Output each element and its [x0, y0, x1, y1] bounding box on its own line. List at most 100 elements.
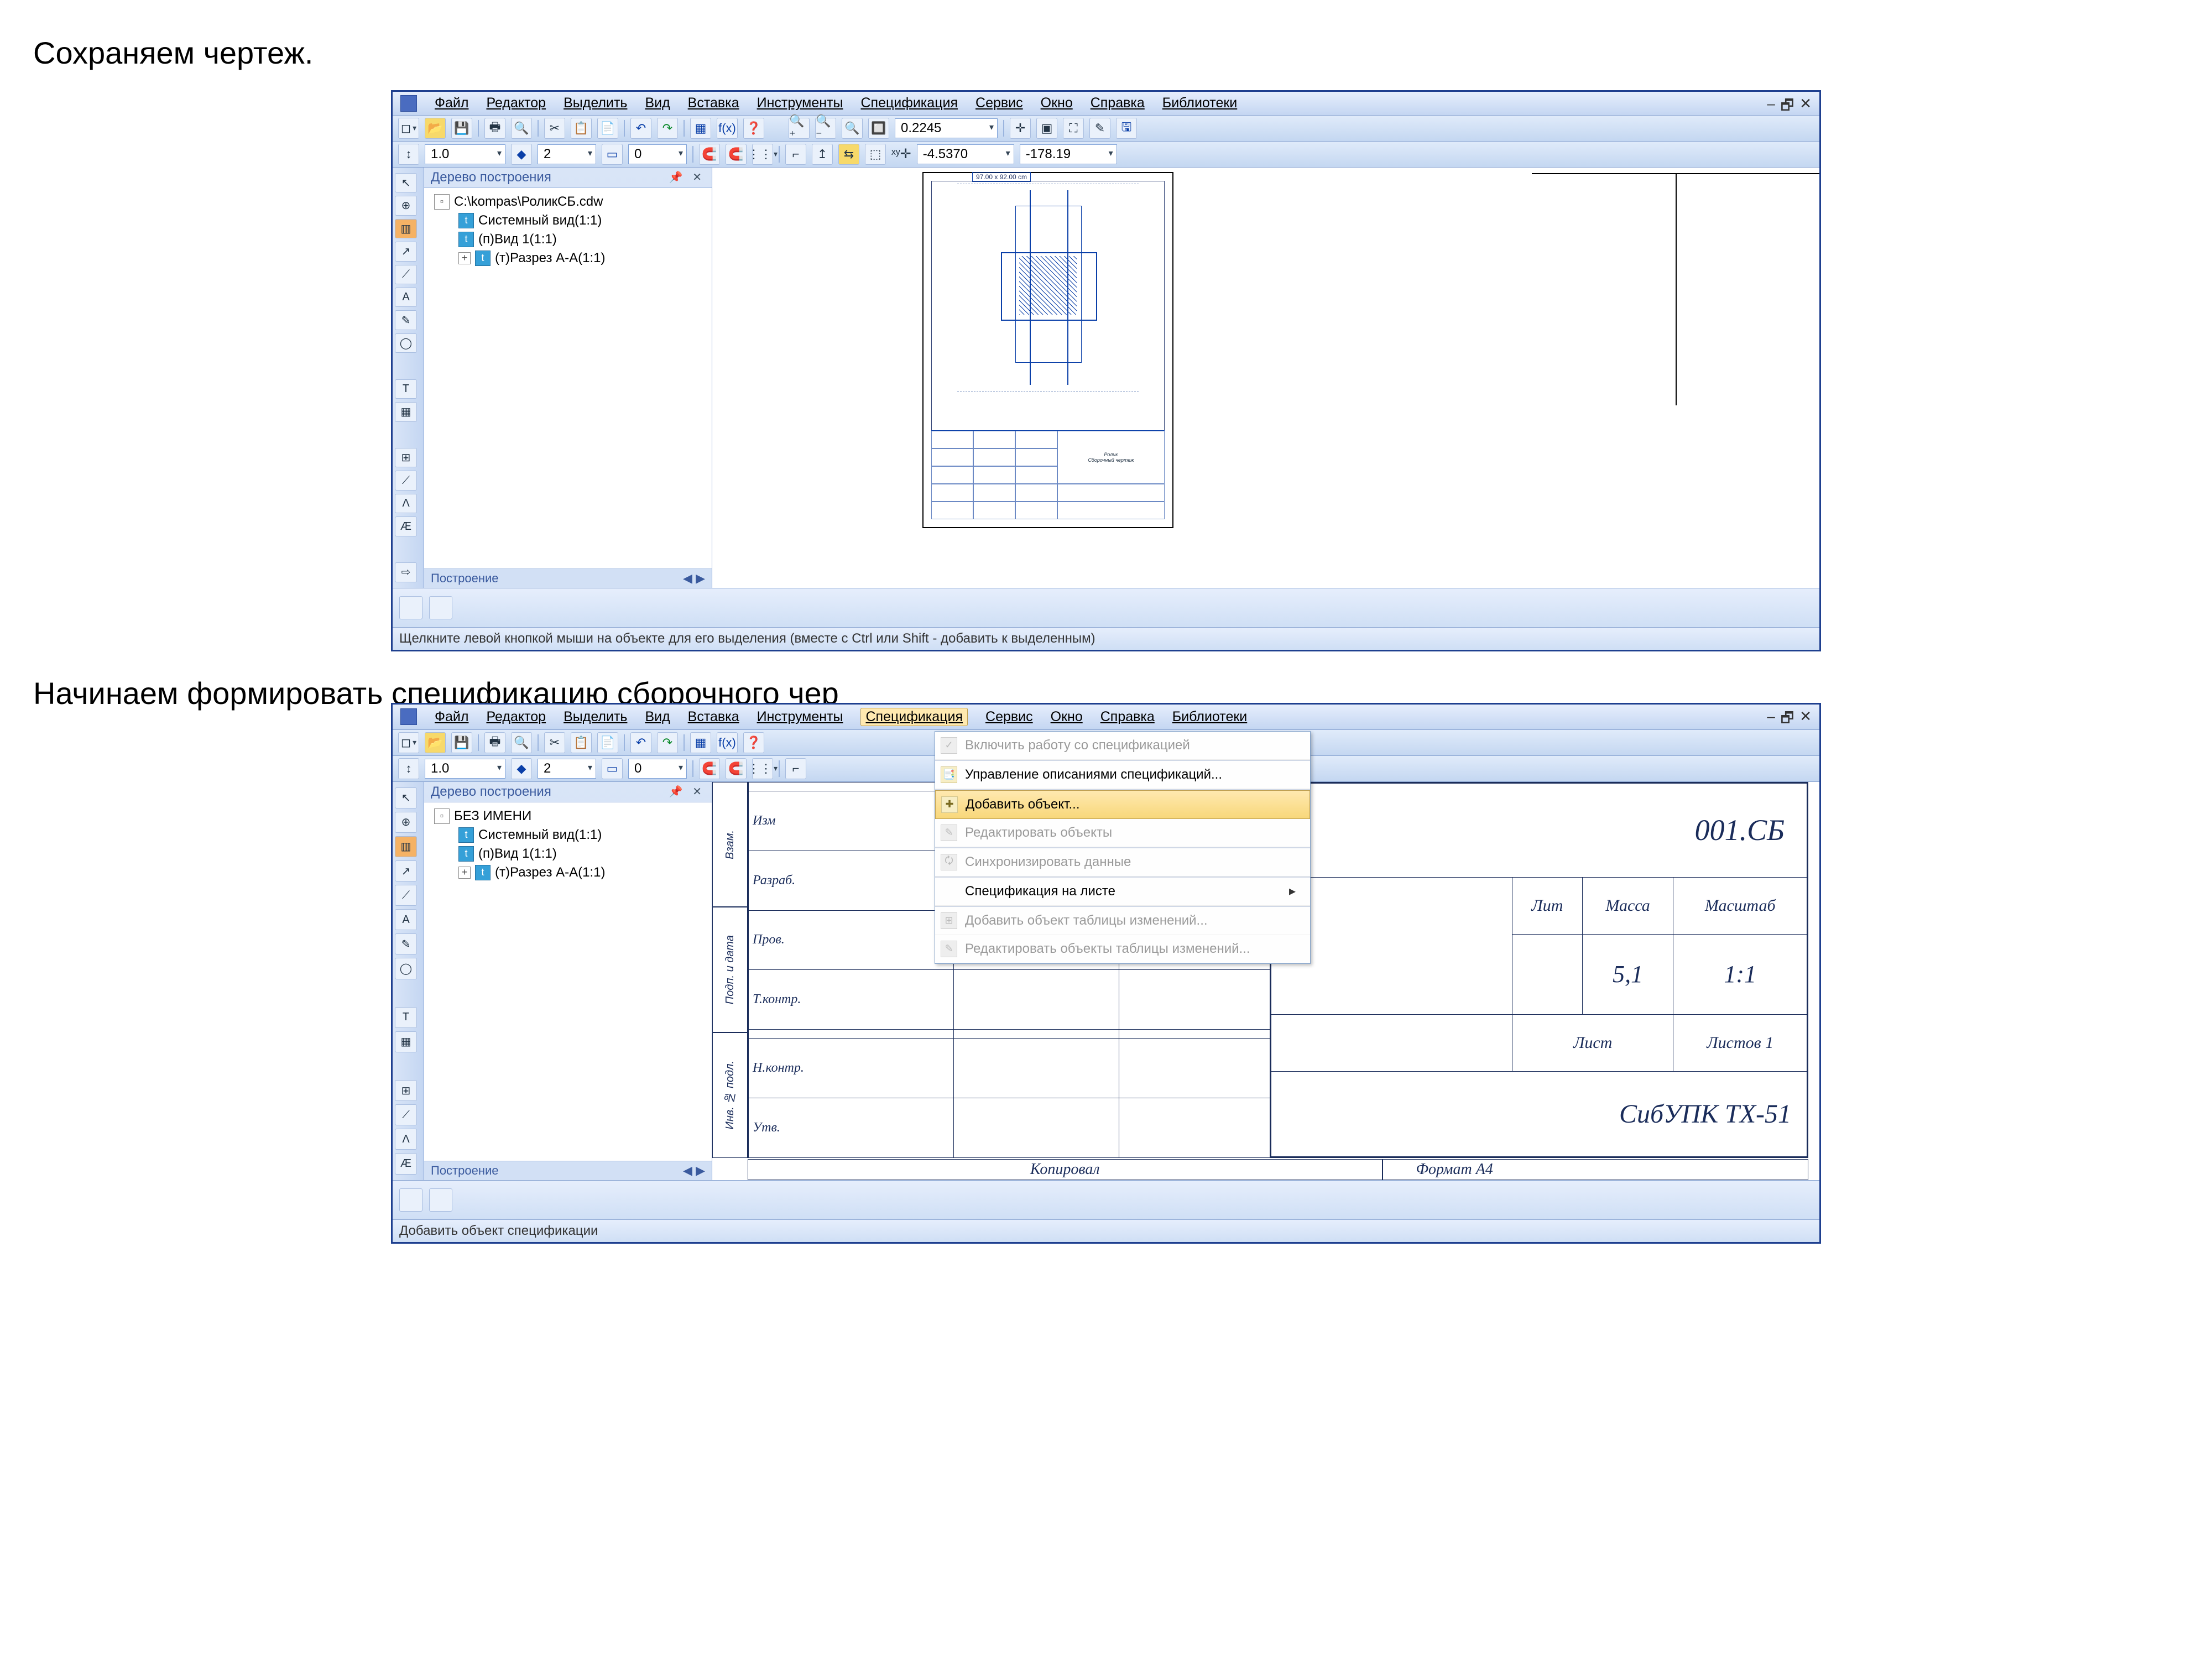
- grid2-button[interactable]: ⋮⋮: [752, 144, 773, 165]
- x-field[interactable]: -4.5370: [917, 144, 1014, 164]
- grid-button[interactable]: ▦: [690, 118, 711, 139]
- grid-button[interactable]: ▦: [690, 732, 711, 753]
- tree-root[interactable]: ▫ C:\kompas\РоликСБ.cdw: [431, 192, 707, 211]
- snap-button[interactable]: 🧲: [699, 144, 720, 165]
- menu-insert[interactable]: Вставка: [688, 95, 739, 111]
- polar-button[interactable]: ↥: [812, 144, 833, 165]
- text-tool-icon[interactable]: A: [395, 909, 417, 930]
- zoom-window-button[interactable]: 🔍: [842, 118, 863, 139]
- tree-node[interactable]: + t (т)Разрез А-А(1:1): [431, 249, 707, 268]
- save-button[interactable]: 💾: [451, 732, 472, 753]
- menu-editor[interactable]: Редактор: [486, 95, 546, 111]
- menu-tools[interactable]: Инструменты: [757, 95, 843, 111]
- arrow-tool-icon[interactable]: ↗: [395, 860, 417, 881]
- menu-service[interactable]: Сервис: [985, 709, 1033, 725]
- print-button[interactable]: 🖶: [484, 732, 505, 753]
- menu-view[interactable]: Вид: [645, 709, 670, 725]
- snap2-button[interactable]: 🧲: [726, 758, 747, 779]
- hatch-tool-icon[interactable]: ▥: [395, 219, 417, 238]
- zoom-combo[interactable]: 0.2245: [895, 118, 998, 138]
- preview-button[interactable]: 🔍: [511, 732, 532, 753]
- restore-button[interactable]: 🗗: [1781, 708, 1794, 732]
- tree-footer-nav[interactable]: ◀ ▶: [683, 571, 705, 586]
- select-tool-icon[interactable]: ↖: [395, 787, 417, 808]
- menu-service[interactable]: Сервис: [975, 95, 1023, 111]
- redo-button[interactable]: ↷: [657, 732, 678, 753]
- menu-file[interactable]: Файл: [435, 709, 468, 725]
- menu-libraries[interactable]: Библиотеки: [1172, 709, 1247, 725]
- new-button[interactable]: ◻: [398, 732, 419, 753]
- rough-tool-icon[interactable]: Λ: [395, 1129, 417, 1150]
- menu-window[interactable]: Окно: [1041, 95, 1073, 111]
- variables-button[interactable]: f(x): [717, 732, 738, 753]
- frame-button[interactable]: ⬚: [865, 144, 886, 165]
- layer-combo[interactable]: 2: [538, 759, 596, 779]
- cut-button[interactable]: ✂: [544, 118, 565, 139]
- menu-file[interactable]: Файл: [435, 95, 468, 111]
- t-tool-icon[interactable]: T: [395, 379, 417, 399]
- line-tool-icon[interactable]: ⟋: [395, 265, 417, 284]
- menu-item-add-object[interactable]: ✚ Добавить объект...: [935, 790, 1310, 819]
- y-field[interactable]: -178.19: [1020, 144, 1117, 164]
- paste-button[interactable]: 📄: [597, 118, 618, 139]
- axis-tool-icon[interactable]: ⟋: [395, 1104, 417, 1125]
- menu-spec[interactable]: Спецификация: [860, 95, 958, 111]
- expand-icon[interactable]: +: [458, 867, 471, 879]
- menu-editor[interactable]: Редактор: [486, 709, 546, 725]
- canvas[interactable]: 97.00 x 92.00 cm РоликСборочный чертеж: [712, 168, 1819, 588]
- print-button[interactable]: 🖶: [484, 118, 505, 139]
- variables-button[interactable]: f(x): [717, 118, 738, 139]
- tree-pin-close[interactable]: 📌 ✕: [669, 785, 705, 799]
- open-button[interactable]: 📂: [425, 732, 446, 753]
- tree-node[interactable]: + t (т)Разрез А-А(1:1): [431, 863, 707, 882]
- edit-tool-icon[interactable]: ✎: [395, 310, 417, 330]
- copy-button[interactable]: 📋: [571, 118, 592, 139]
- undo-button[interactable]: ↶: [630, 732, 651, 753]
- open-button[interactable]: 📂: [425, 118, 446, 139]
- snap2-button[interactable]: 🧲: [726, 144, 747, 165]
- menu-view[interactable]: Вид: [645, 95, 670, 111]
- axis-tool-icon[interactable]: ⟋: [395, 471, 417, 490]
- circle-tool-icon[interactable]: ◯: [395, 958, 417, 979]
- tree-node[interactable]: t (п)Вид 1(1:1): [431, 844, 707, 863]
- scale-combo[interactable]: 1.0: [425, 759, 505, 779]
- grid2-button[interactable]: ⋮⋮: [752, 758, 773, 779]
- circle-tool-icon[interactable]: ◯: [395, 333, 417, 353]
- save-button[interactable]: 💾: [451, 118, 472, 139]
- expand-icon[interactable]: +: [458, 252, 471, 264]
- zoom-fit-button[interactable]: 🔲: [868, 118, 889, 139]
- cut-button[interactable]: ✂: [544, 732, 565, 753]
- linetype-combo[interactable]: 0: [628, 759, 687, 779]
- point-tool-icon[interactable]: ⊕: [395, 812, 417, 833]
- menu-select[interactable]: Выделить: [564, 95, 627, 111]
- more-tool-icon[interactable]: ⇨: [395, 562, 417, 582]
- menu-libraries[interactable]: Библиотеки: [1162, 95, 1237, 111]
- arrow-tool-icon[interactable]: ↗: [395, 242, 417, 261]
- prop-button[interactable]: [429, 1188, 452, 1212]
- new-button[interactable]: ◻: [398, 118, 419, 139]
- tree-root[interactable]: ▫ БЕЗ ИМЕНИ: [431, 807, 707, 826]
- menu-tools[interactable]: Инструменты: [757, 709, 843, 725]
- paste-button[interactable]: 📄: [597, 732, 618, 753]
- prop-button[interactable]: [399, 596, 422, 619]
- ae-tool-icon[interactable]: Æ: [395, 517, 417, 536]
- zoom-in-button[interactable]: 🔍⁺: [789, 118, 810, 139]
- scale-combo[interactable]: 1.0: [425, 144, 505, 164]
- tree-node[interactable]: t Системный вид(1:1): [431, 826, 707, 844]
- menu-select[interactable]: Выделить: [564, 709, 627, 725]
- tree-node[interactable]: t (п)Вид 1(1:1): [431, 230, 707, 249]
- menu-help[interactable]: Справка: [1091, 95, 1145, 111]
- zoom-out-button[interactable]: 🔍⁻: [815, 118, 836, 139]
- select-tool-icon[interactable]: ↖: [395, 173, 417, 192]
- table-tool-icon[interactable]: ▦: [395, 402, 417, 421]
- help-button[interactable]: ❓: [743, 732, 764, 753]
- edit-button[interactable]: ✎: [1089, 118, 1110, 139]
- redo-button[interactable]: ↷: [657, 118, 678, 139]
- menu-item-manage-descriptions[interactable]: 📑 Управление описаниями спецификаций...: [935, 761, 1310, 789]
- menu-window[interactable]: Окно: [1051, 709, 1083, 725]
- menu-help[interactable]: Справка: [1100, 709, 1155, 725]
- rough-tool-icon[interactable]: Λ: [395, 494, 417, 513]
- hatch-tool-icon[interactable]: ▥: [395, 836, 417, 857]
- copy-button[interactable]: 📋: [571, 732, 592, 753]
- tree-footer-nav[interactable]: ◀ ▶: [683, 1164, 705, 1178]
